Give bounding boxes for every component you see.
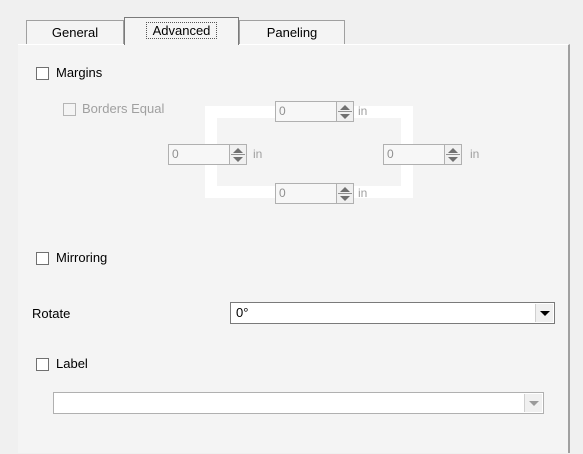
spin-up-icon (233, 148, 243, 153)
margin-right-spinner[interactable]: 0 (383, 144, 463, 165)
label-dropdown-button[interactable] (524, 394, 542, 412)
tab-paneling-label: Paneling (266, 25, 318, 40)
label-select[interactable] (53, 392, 544, 414)
margins-checkbox[interactable] (36, 67, 49, 80)
tab-general-label: General (51, 25, 99, 40)
spin-down-icon (340, 114, 350, 119)
margin-top-spinner[interactable]: 0 (275, 101, 355, 122)
margin-left-input[interactable]: 0 (168, 144, 230, 165)
borders-equal-checkbox[interactable] (63, 103, 76, 116)
rotate-label: Rotate (32, 306, 71, 321)
chevron-down-icon (540, 311, 550, 316)
label-checkbox[interactable] (36, 358, 49, 371)
spin-down-icon (233, 157, 243, 162)
margin-left-stepper[interactable] (230, 144, 247, 165)
margin-bottom-stepper[interactable] (337, 183, 354, 204)
margins-label: Margins (56, 65, 103, 80)
margin-right-input[interactable]: 0 (383, 144, 445, 165)
margin-right-stepper[interactable] (445, 144, 462, 165)
margin-right-unit: in (470, 147, 480, 161)
mirroring-checkbox[interactable] (36, 252, 49, 265)
margin-bottom-input[interactable]: 0 (275, 183, 337, 204)
margin-bottom-unit: in (358, 186, 368, 200)
margin-top-unit: in (358, 104, 368, 118)
margin-top-stepper[interactable] (337, 101, 354, 122)
spin-up-icon (340, 105, 350, 110)
chevron-down-icon (529, 401, 539, 406)
tab-advanced[interactable]: Advanced (124, 17, 239, 45)
spin-up-icon (448, 148, 458, 153)
label-label: Label (56, 356, 88, 371)
spin-down-icon (448, 157, 458, 162)
tab-general[interactable]: General (26, 20, 124, 44)
margin-left-spinner[interactable]: 0 (168, 144, 248, 165)
rotate-dropdown-button[interactable] (535, 304, 553, 322)
mirroring-label: Mirroring (56, 250, 108, 265)
rotate-select[interactable]: 0° (230, 302, 555, 324)
borders-equal-label: Borders Equal (82, 101, 165, 116)
margin-top-input[interactable]: 0 (275, 101, 337, 122)
spin-up-icon (340, 187, 350, 192)
margin-bottom-spinner[interactable]: 0 (275, 183, 355, 204)
rotate-value: 0° (236, 305, 249, 320)
spin-down-icon (340, 196, 350, 201)
tab-paneling[interactable]: Paneling (239, 20, 345, 44)
tab-advanced-label: Advanced (145, 22, 218, 39)
margin-left-unit: in (253, 147, 263, 161)
